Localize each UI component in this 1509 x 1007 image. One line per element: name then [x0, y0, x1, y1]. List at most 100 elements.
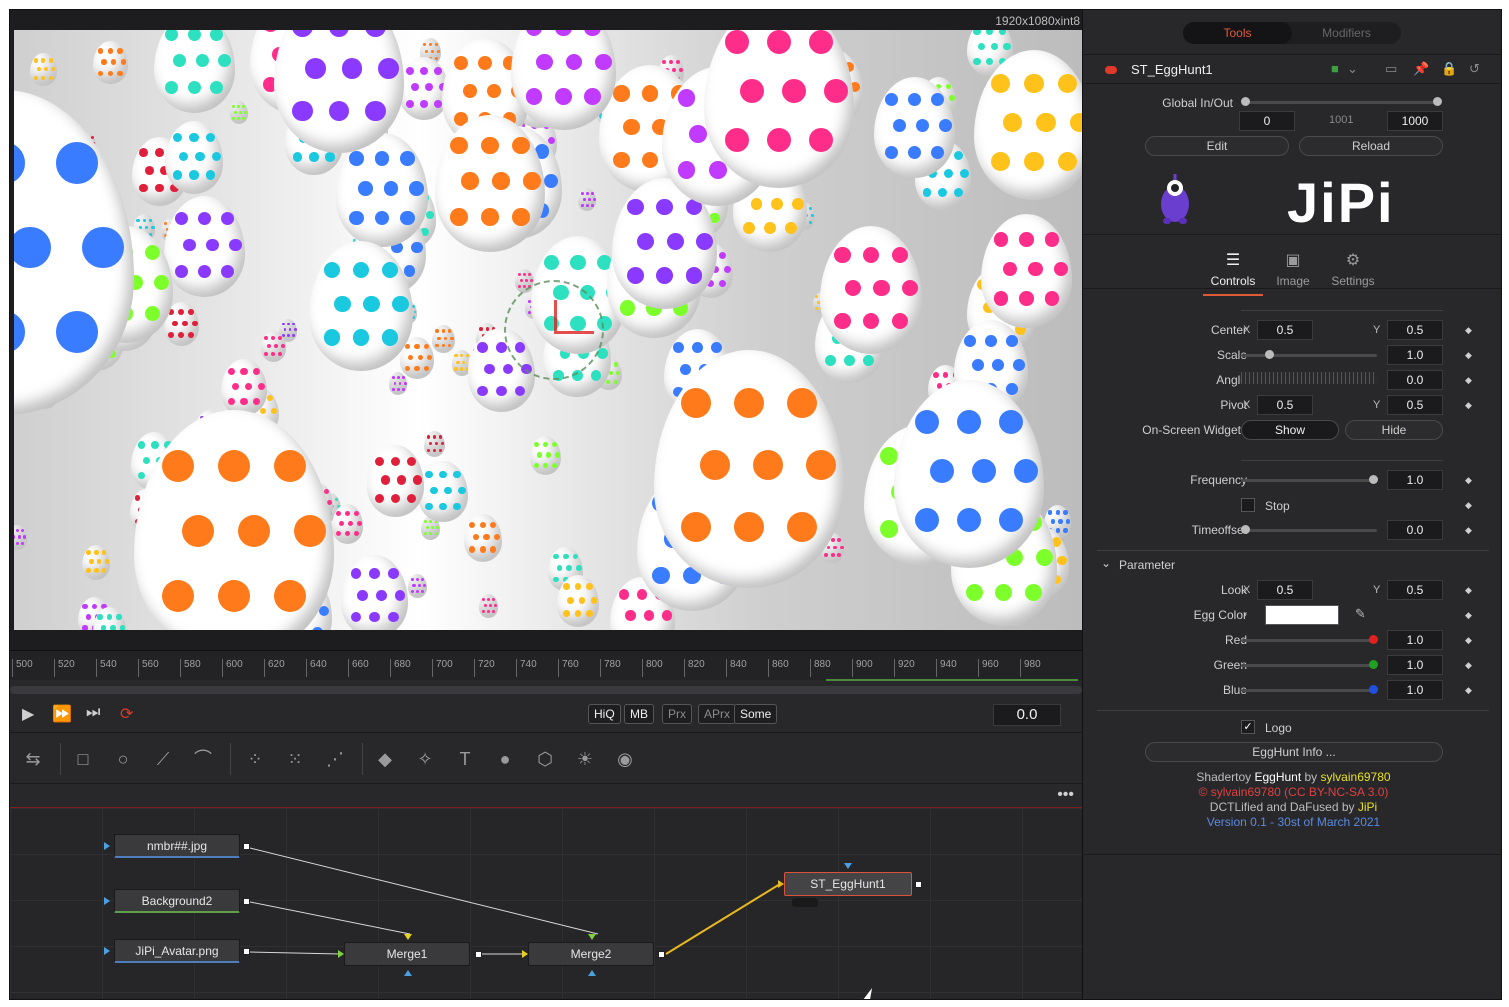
timeoffset-field[interactable]: 0.0 [1387, 520, 1443, 540]
polygon-mask-icon[interactable]: ⟋ [150, 747, 176, 771]
red-slider-handle[interactable] [1369, 635, 1378, 644]
time-ruler[interactable]: 500 520 540 560 580 600 620 640 660 680 … [10, 650, 1082, 681]
timeline-scrubber[interactable] [10, 686, 1082, 694]
keyframe-icon[interactable]: ◆ [1465, 400, 1472, 411]
tab-tools[interactable]: Tools [1183, 22, 1292, 44]
blue-slider-handle[interactable] [1369, 685, 1378, 694]
tab-image[interactable]: ▣ Image [1263, 250, 1323, 288]
node-background[interactable]: Background2 [114, 889, 240, 913]
egghunt-info-button[interactable]: EggHunt Info ... [1145, 742, 1443, 762]
ellipse-mask-icon[interactable]: ○ [110, 747, 136, 771]
tab-settings[interactable]: ⚙ Settings [1323, 250, 1383, 288]
look-x-field[interactable]: 0.5 [1257, 580, 1313, 600]
frequency-slider-handle[interactable] [1369, 475, 1378, 484]
credit-shader-name[interactable]: EggHunt [1254, 770, 1301, 784]
node-avatar[interactable]: JiPi_Avatar.png [114, 939, 240, 963]
frequency-field[interactable]: 1.0 [1387, 470, 1443, 490]
tool-color-dot[interactable] [1105, 66, 1117, 74]
keyframe-icon[interactable]: ◆ [1465, 585, 1472, 596]
particle-emitter-icon[interactable]: ⁘ [242, 747, 268, 771]
renderer-3d-icon[interactable]: ◉ [612, 747, 638, 771]
node-merge1[interactable]: Merge1 [344, 942, 470, 966]
some-button[interactable]: Some [734, 704, 778, 724]
versions-icon[interactable]: ▭ [1385, 61, 1397, 77]
look-y-field[interactable]: 0.5 [1387, 580, 1443, 600]
fast-forward-icon[interactable]: ⏩ [52, 704, 72, 724]
node-st-egghunt[interactable]: ST_EggHunt1 [784, 872, 912, 896]
timeoffset-slider[interactable] [1241, 529, 1377, 532]
color-swatch-icon[interactable]: ■ [1331, 61, 1339, 76]
particle-style-icon[interactable]: ⋰ [322, 747, 348, 771]
pivot-x-field[interactable]: 0.5 [1257, 395, 1313, 415]
camera-3d-icon[interactable]: ● [492, 747, 518, 771]
mb-button[interactable]: MB [624, 704, 654, 724]
credit-version[interactable]: Version 0.1 - 30st of March 2021 [1083, 815, 1501, 829]
output-port[interactable] [243, 948, 250, 955]
pivot-y-field[interactable]: 0.5 [1387, 395, 1443, 415]
node-editor[interactable]: nmbr##.jpg Background2 JiPi_Avatar.png M… [10, 808, 1082, 999]
input-port[interactable] [104, 842, 110, 850]
credit-jipi-link[interactable]: JiPi [1358, 800, 1377, 814]
blue-slider[interactable] [1241, 689, 1377, 692]
timeoffset-slider-handle[interactable] [1241, 525, 1250, 534]
input-port[interactable] [404, 934, 412, 940]
edit-button[interactable]: Edit [1145, 136, 1289, 156]
keyframe-icon[interactable]: ◆ [1465, 610, 1472, 621]
center-x-field[interactable]: 0.5 [1257, 320, 1313, 340]
angle-thumbwheel[interactable] [1241, 372, 1377, 384]
output-port[interactable] [243, 843, 250, 850]
input-port[interactable] [104, 947, 110, 955]
loop-icon[interactable]: ⟳ [120, 704, 133, 724]
aprx-button[interactable]: APrx [698, 704, 737, 724]
credit-author-link[interactable]: sylvain69780 [1321, 770, 1391, 784]
global-in-handle[interactable] [1241, 97, 1250, 106]
angle-field[interactable]: 0.0 [1387, 370, 1443, 390]
merge-3d-icon[interactable]: ✧ [412, 747, 438, 771]
chevron-down-icon[interactable]: ⌄ [1347, 61, 1358, 77]
red-field[interactable]: 1.0 [1387, 630, 1443, 650]
red-slider[interactable] [1241, 639, 1377, 642]
center-y-field[interactable]: 0.5 [1387, 320, 1443, 340]
green-field[interactable]: 1.0 [1387, 655, 1443, 675]
global-inout-slider[interactable] [1245, 101, 1439, 104]
output-port[interactable] [915, 881, 922, 888]
pin-icon[interactable]: 📌 [1413, 61, 1429, 77]
tab-modifiers[interactable]: Modifiers [1292, 22, 1401, 44]
tab-controls[interactable]: ☰ Controls [1203, 250, 1263, 296]
show-widgets-button[interactable]: Show [1241, 420, 1339, 440]
input-port[interactable] [844, 863, 852, 869]
parameter-group-label[interactable]: Parameter [1119, 558, 1175, 572]
scale-slider[interactable] [1241, 354, 1377, 357]
reset-icon[interactable]: ↺ [1469, 61, 1480, 77]
input-port[interactable] [588, 934, 596, 940]
lock-icon[interactable]: 🔒 [1441, 61, 1457, 77]
hide-widgets-button[interactable]: Hide [1345, 420, 1443, 440]
input-port[interactable] [338, 950, 344, 958]
chevron-down-icon[interactable]: ⌄ [1101, 556, 1111, 570]
widget-y-axis[interactable] [554, 300, 557, 333]
keyframe-icon[interactable]: ◆ [1465, 375, 1472, 386]
scale-field[interactable]: 1.0 [1387, 345, 1443, 365]
transform-tool-icon[interactable]: ⇆ [20, 747, 46, 771]
output-port[interactable] [243, 898, 250, 905]
green-slider[interactable] [1241, 664, 1377, 667]
widget-x-axis[interactable] [554, 331, 594, 334]
keyframe-icon[interactable]: ◆ [1465, 685, 1472, 696]
global-in-field[interactable]: 0 [1239, 111, 1295, 131]
egg-color-swatch[interactable] [1265, 605, 1339, 625]
viewer-image[interactable] [14, 30, 1082, 630]
center-onscreen-widget[interactable] [504, 280, 604, 380]
particle-render-icon[interactable]: ⁙ [282, 747, 308, 771]
keyframe-icon[interactable]: ◆ [1465, 525, 1472, 536]
output-port[interactable] [658, 951, 665, 958]
text-3d-icon[interactable]: T [452, 747, 478, 771]
node-view-indicator[interactable] [792, 898, 818, 907]
more-options-icon[interactable]: ••• [1057, 786, 1074, 804]
keyframe-icon[interactable]: ◆ [1465, 325, 1472, 336]
keyframe-icon[interactable]: ◆ [1465, 660, 1472, 671]
rectangle-mask-icon[interactable]: □ [70, 747, 96, 771]
skip-to-end-icon[interactable]: ⏭ [86, 704, 100, 722]
input-port[interactable] [104, 897, 110, 905]
bspline-mask-icon[interactable]: ⌒ [190, 747, 216, 771]
green-slider-handle[interactable] [1369, 660, 1378, 669]
